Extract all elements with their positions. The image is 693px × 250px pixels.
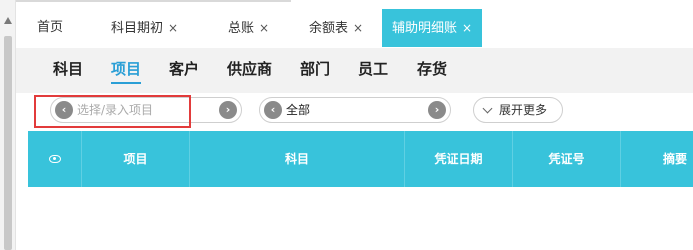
scope-selector[interactable]: ‹ 全部 › <box>259 97 451 123</box>
chevron-down-icon <box>482 103 493 114</box>
tab-opening-balance[interactable]: 科目期初 × <box>111 9 178 47</box>
tab-auxiliary-detail-ledger[interactable]: 辅助明细账 × <box>382 9 483 47</box>
tab-label: 科目期初 <box>111 21 164 36</box>
column-header-summary[interactable]: 摘要 <box>621 131 693 187</box>
column-header-account[interactable]: 科目 <box>190 131 405 187</box>
eye-icon[interactable] <box>48 155 61 163</box>
chevron-left-icon[interactable]: ‹ <box>55 101 73 119</box>
column-header-voucher-number[interactable]: 凭证号 <box>513 131 621 187</box>
tab-label: 余额表 <box>309 21 349 36</box>
chevron-right-icon[interactable]: › <box>428 101 446 119</box>
tab-bar: 首页 科目期初 × 总账 × 余额表 × 辅助明细账 × <box>16 9 693 47</box>
tab-label: 首页 <box>37 20 64 35</box>
column-header-voucher-date[interactable]: 凭证日期 <box>405 131 513 187</box>
category-inventory[interactable]: 存货 <box>417 59 447 79</box>
close-icon[interactable]: × <box>353 21 363 35</box>
scope-value: 全部 <box>286 103 311 117</box>
category-employee[interactable]: 员工 <box>358 59 388 79</box>
category-department[interactable]: 部门 <box>300 59 330 79</box>
category-supplier[interactable]: 供应商 <box>227 59 272 79</box>
expand-more-button[interactable]: 展开更多 <box>473 97 563 123</box>
project-selector[interactable]: ‹ › <box>50 97 242 123</box>
category-bar: 科目 项目 客户 供应商 部门 员工 存货 <box>16 48 693 93</box>
column-header-project[interactable]: 项目 <box>82 131 190 187</box>
tab-home[interactable]: 首页 <box>37 9 63 47</box>
chevron-left-icon[interactable]: ‹ <box>264 101 282 119</box>
close-icon[interactable]: × <box>259 21 269 35</box>
close-icon[interactable]: × <box>168 21 178 35</box>
tab-balance-sheet[interactable]: 余额表 × <box>309 9 363 47</box>
scroll-up-arrow-icon[interactable] <box>4 17 12 24</box>
table-header: 项目 科目 凭证日期 凭证号 摘要 <box>28 131 693 187</box>
tab-label: 总账 <box>228 21 255 36</box>
top-divider <box>16 0 291 2</box>
category-customer[interactable]: 客户 <box>169 59 199 79</box>
scrollbar-thumb[interactable] <box>4 36 12 250</box>
category-account[interactable]: 科目 <box>53 59 83 79</box>
column-settings[interactable] <box>28 131 82 187</box>
project-input[interactable] <box>77 99 197 121</box>
tab-general-ledger[interactable]: 总账 × <box>228 9 269 47</box>
chevron-right-icon[interactable]: › <box>219 101 237 119</box>
tab-label: 辅助明细账 <box>392 21 458 36</box>
table-body <box>28 187 693 250</box>
close-icon[interactable]: × <box>462 21 472 35</box>
category-project[interactable]: 项目 <box>111 59 142 84</box>
expand-more-label: 展开更多 <box>499 103 548 117</box>
vertical-scrollbar[interactable] <box>0 0 16 250</box>
